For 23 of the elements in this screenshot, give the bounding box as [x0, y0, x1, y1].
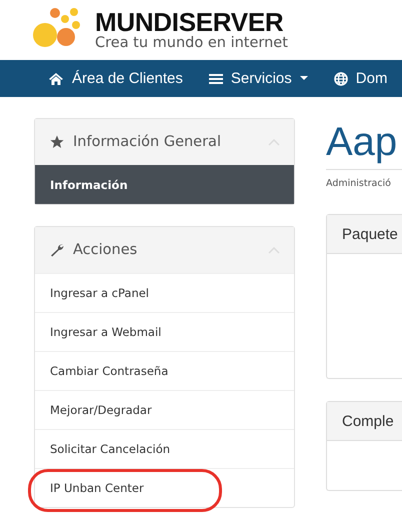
menu-icon — [208, 72, 223, 84]
logo-name: MUNDISERVER — [95, 9, 284, 36]
star-icon — [50, 135, 64, 149]
nav-link[interactable]: Dom — [334, 70, 388, 87]
breadcrumb: Administració — [326, 178, 392, 189]
panel-title: Paquete — [342, 226, 398, 242]
sidebar-item[interactable]: Solicitar Cancelación — [35, 429, 294, 468]
home-icon — [48, 72, 64, 86]
panel-header[interactable]: Información General — [35, 119, 294, 165]
wrench-icon — [50, 243, 64, 257]
sidebar-item[interactable]: Información — [35, 165, 294, 204]
globe-icon — [334, 72, 348, 86]
sidebar-item[interactable]: IP Unban Center — [35, 468, 294, 507]
nav-link[interactable]: Servicios — [208, 70, 308, 87]
page-title: Aap — [326, 119, 398, 166]
logo-tagline: Crea tu mundo en internet — [95, 36, 288, 51]
sidebar-item[interactable]: Ingresar a Webmail — [35, 312, 294, 351]
panel-header[interactable]: Acciones — [35, 227, 294, 273]
sidebar-item[interactable]: Ingresar a cPanel — [35, 273, 294, 312]
sidebar-item[interactable]: Cambiar Contraseña — [35, 351, 294, 390]
nav-link[interactable]: Área de Clientes — [48, 70, 183, 87]
panel-title: Comple — [342, 412, 394, 430]
sidebar-item[interactable]: Mejorar/Degradar — [35, 390, 294, 429]
